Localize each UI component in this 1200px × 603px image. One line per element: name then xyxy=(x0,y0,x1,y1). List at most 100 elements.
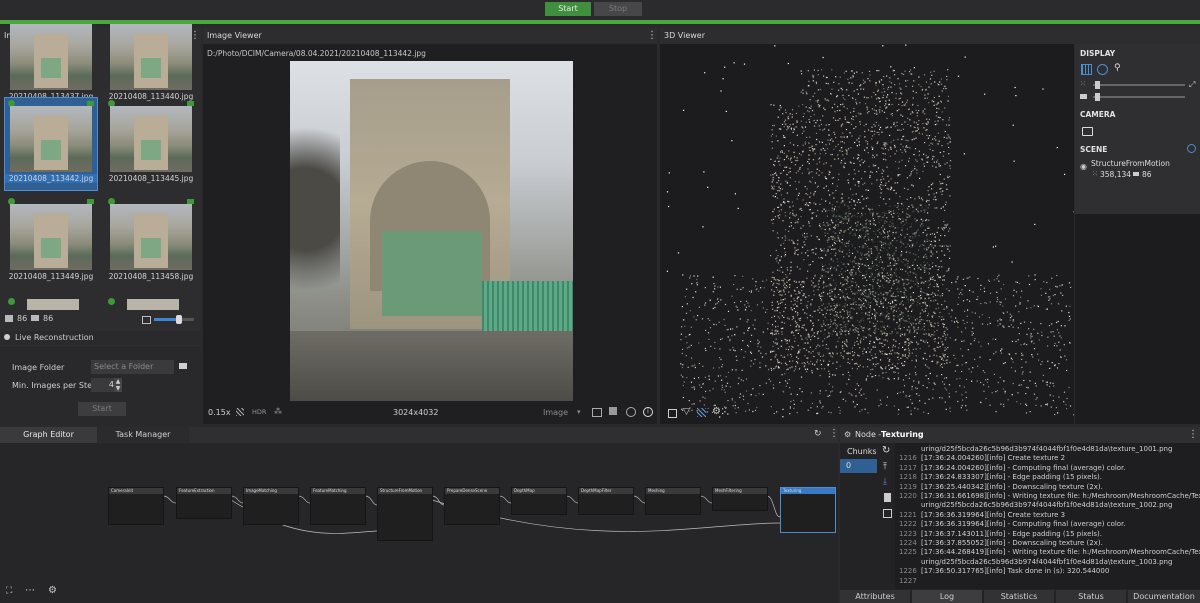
gizmo-icon[interactable]: ⚲ xyxy=(1114,63,1121,73)
viewer-image[interactable] xyxy=(290,61,573,401)
points-count: 358,134 xyxy=(1100,170,1132,179)
image-folder-input[interactable]: Select a Folder xyxy=(91,360,174,374)
scroll-top-icon[interactable]: ⤒ xyxy=(883,462,887,472)
tab-statistics[interactable]: Statistics xyxy=(984,590,1054,603)
thumbnail-caption: 20210408_113458.jpg xyxy=(108,272,194,281)
image-thumbnail[interactable]: 20210408_113449.jpg xyxy=(5,196,97,288)
log-line: 1225 [17:36:44.268419][info] - Writing te… xyxy=(899,548,1200,557)
viewer-3d-canvas[interactable]: ▽ ⚙ xyxy=(660,44,1074,424)
display-title: DISPLAY xyxy=(1080,49,1116,58)
eye-icon[interactable]: ◉ xyxy=(1080,162,1087,171)
color-picker-icon[interactable]: ⁂ xyxy=(274,407,282,416)
scene-item-name[interactable]: StructureFromMotion xyxy=(1091,159,1170,168)
log-line: 1224 [17:36:37.855052][info] - Downscalin… xyxy=(899,539,1103,547)
graph-node[interactable]: PrepareDenseScene xyxy=(444,487,500,525)
tab-task-manager[interactable]: Task Manager xyxy=(97,427,189,443)
point-size-icon: ⁙ xyxy=(1080,80,1086,88)
document-icon[interactable] xyxy=(884,493,891,502)
chunks-label: Chunks xyxy=(847,447,877,456)
zoom-level: 0.15x xyxy=(208,408,231,417)
graph-editor[interactable]: CameraInit FeatureExtraction ImageMatchi… xyxy=(0,443,838,603)
tab-log[interactable]: Log xyxy=(912,590,982,603)
gear-icon[interactable]: ⚙ xyxy=(48,585,57,596)
live-reconstruction-header[interactable]: Live Reconstruction xyxy=(0,331,201,345)
stop-button[interactable]: Stop xyxy=(594,2,642,16)
grid-icon[interactable] xyxy=(236,408,244,416)
log-line: 1217 [17:36:24.004260][info] - Computing … xyxy=(899,463,1126,472)
folder-icon[interactable] xyxy=(179,363,187,369)
graph-node[interactable]: DepthMapFilter xyxy=(578,487,634,515)
image-path: D:/Photo/DCIM/Camera/08.04.2021/20210408… xyxy=(207,49,426,58)
kebab-menu-icon[interactable]: ⋮ xyxy=(829,428,839,439)
hdr-toggle[interactable]: HDR xyxy=(252,408,266,416)
log-line: 1220 [17:36:31.661698][info] - Writing te… xyxy=(899,492,1200,500)
node-panel-header: ⚙ Node - Texturing ⋮ xyxy=(840,427,1200,443)
camera-icon xyxy=(4,334,10,340)
camera-size-slider[interactable] xyxy=(1093,93,1185,101)
image-thumbnail-partial[interactable] xyxy=(105,296,197,310)
tab-graph-editor[interactable]: Graph Editor xyxy=(0,427,97,443)
chunk-item[interactable]: 0 xyxy=(840,459,877,473)
settings-icon: ⚙ xyxy=(844,430,852,439)
thumbnail-size-slider[interactable] xyxy=(154,315,194,324)
refresh-icon[interactable]: ↻ xyxy=(882,445,890,456)
image-layer-icon[interactable] xyxy=(609,407,617,415)
scene-title: SCENE xyxy=(1080,145,1108,154)
export-icon[interactable] xyxy=(592,408,602,417)
graph-node[interactable]: FeatureMatching xyxy=(310,487,366,525)
log-line: 1223 [17:36:37.143011][info] - Edge paddi… xyxy=(899,529,1102,538)
graph-node[interactable]: CameraInit xyxy=(108,487,164,525)
point-size-slider[interactable] xyxy=(1093,81,1185,89)
grid-icon[interactable] xyxy=(1081,64,1092,75)
image-thumbnail[interactable]: 20210408_113437.jpg xyxy=(5,16,97,108)
graph-node-selected[interactable]: Texturing xyxy=(780,487,836,533)
bounding-box-icon[interactable] xyxy=(668,409,677,418)
graph-node[interactable]: MeshFiltering xyxy=(712,487,768,511)
info-icon[interactable] xyxy=(1187,144,1196,153)
image-thumbnail[interactable]: 20210408_113458.jpg xyxy=(105,196,197,288)
graph-node[interactable]: ImageMatching xyxy=(243,487,299,525)
start-button[interactable]: Start xyxy=(545,2,591,16)
camera-icon[interactable] xyxy=(1082,127,1093,136)
grid-icon[interactable] xyxy=(697,408,706,417)
image-count: 86 xyxy=(17,314,28,323)
image-thumbnail[interactable]: 20210408_113445.jpg xyxy=(105,98,197,190)
log-line: 1227 xyxy=(899,576,917,585)
image-mode-select[interactable]: Image xyxy=(543,408,568,417)
graph-node[interactable]: DepthMap xyxy=(511,487,567,515)
camera-icon xyxy=(1080,94,1087,99)
camera-title: CAMERA xyxy=(1080,110,1116,119)
globe-icon[interactable] xyxy=(626,407,636,417)
tab-attributes[interactable]: Attributes xyxy=(840,590,910,603)
triangle-icon[interactable]: ▽ xyxy=(683,407,690,417)
images-status-bar: 86 86 xyxy=(0,311,201,329)
locator-icon[interactable] xyxy=(1097,64,1108,75)
graph-node[interactable]: FeatureExtraction xyxy=(176,487,232,519)
node-label: Node - xyxy=(855,430,882,439)
kebab-menu-icon[interactable]: ⋮ xyxy=(1188,429,1198,440)
tab-documentation[interactable]: Documentation xyxy=(1128,590,1200,603)
more-icon[interactable]: ⋯ xyxy=(25,585,35,596)
gear-icon[interactable]: ⚙ xyxy=(712,406,721,417)
image-thumbnail[interactable]: 20210408_113440.jpg xyxy=(105,16,197,108)
display-panel: DISPLAY ⚲ ⁙ ⤢ CAMERA SCENE ◉ StructureFr… xyxy=(1075,44,1200,214)
info-icon[interactable]: i xyxy=(643,407,653,417)
expand-icon[interactable]: ⤢ xyxy=(1189,80,1195,90)
refresh-icon[interactable]: ↻ xyxy=(814,429,822,439)
log-view[interactable]: uring/d25f5bcda26c5b96d3b974f4044fbf1f0e… xyxy=(895,443,1200,589)
external-link-icon[interactable] xyxy=(883,509,892,518)
fit-view-icon[interactable]: ⛶ xyxy=(6,586,12,596)
log-line: uring/d25f5bcda26c5b96d3b974f4044fbf1f0e… xyxy=(921,557,1173,566)
scroll-bottom-icon[interactable]: ⤓ xyxy=(883,477,887,487)
thumbnail-size-icon xyxy=(142,316,151,324)
kebab-menu-icon[interactable]: ⋮ xyxy=(647,30,657,41)
chevron-down-icon[interactable]: ▾ xyxy=(577,408,581,416)
image-thumbnail-partial[interactable] xyxy=(5,296,97,310)
image-thumbnail-selected[interactable]: 20210408_113442.jpg xyxy=(4,97,98,191)
tab-status[interactable]: Status xyxy=(1056,590,1126,603)
live-start-button[interactable]: Start xyxy=(78,402,126,416)
node-tabs: Attributes Log Statistics Status Documen… xyxy=(840,590,1200,603)
graph-node[interactable]: Meshing xyxy=(645,487,701,515)
min-images-stepper[interactable]: ▲ ▼ xyxy=(114,378,122,392)
graph-node[interactable]: StructureFromMotion xyxy=(377,487,433,541)
